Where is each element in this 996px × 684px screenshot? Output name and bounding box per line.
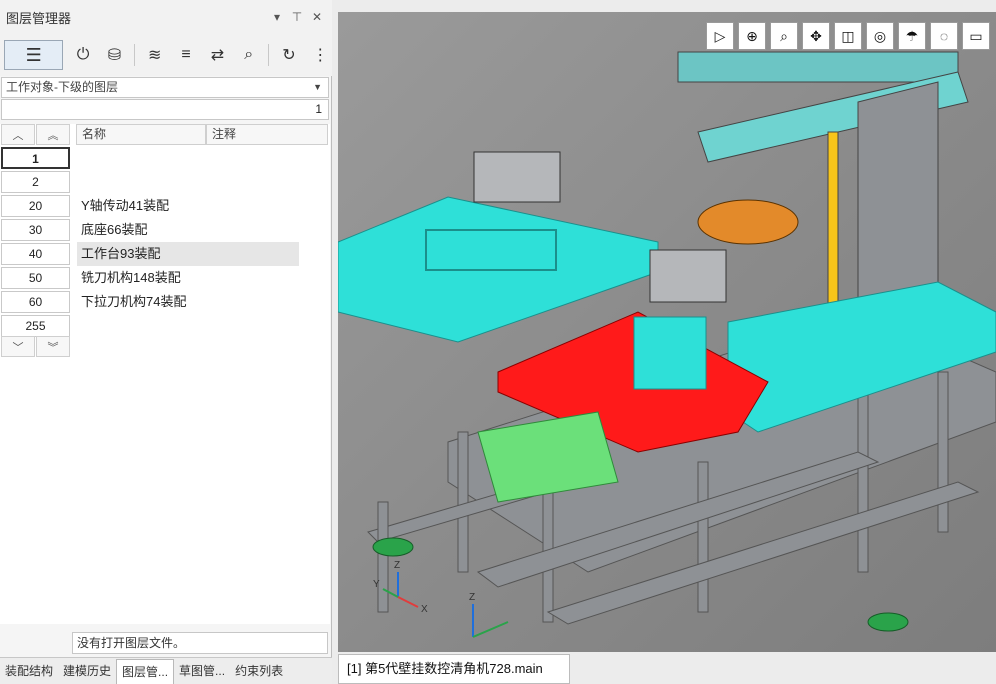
chevron-down-icon: ▼ xyxy=(313,82,322,92)
layer-name[interactable]: Y轴传动41装配 xyxy=(77,194,299,218)
layer-list: ︿ ︽ 名称 注释 1 2 20 Y轴传动41装配 30 底座66装配 40 工… xyxy=(0,124,330,624)
layer-name[interactable] xyxy=(77,146,299,170)
layer-list-icon[interactable]: ☰ xyxy=(4,40,64,70)
layer-number[interactable]: 255 xyxy=(1,315,70,337)
zoom-fit-icon[interactable]: ⊕ xyxy=(738,22,766,50)
worktable-window xyxy=(633,316,707,390)
panel-tabs: 装配结构 建模历史 图层管... 草图管... 约束列表 xyxy=(0,657,332,684)
column-header-name[interactable]: 名称 xyxy=(76,124,206,145)
layer-name[interactable]: 工作台93装配 xyxy=(77,242,299,266)
foot-right xyxy=(867,612,909,632)
sync-icon[interactable]: ⇄ xyxy=(206,42,229,68)
layer-number[interactable]: 20 xyxy=(1,195,70,217)
svg-text:Z: Z xyxy=(469,592,475,603)
layer-number[interactable]: 60 xyxy=(1,291,70,313)
machine-model: Z X Y Z xyxy=(338,51,996,638)
layer-number-field[interactable]: 1 xyxy=(1,99,329,120)
layer-manager-panel: 图层管理器 ▾ ⊤ ✕ ☰ ⏻ ⛁ ≋ ≡ ⇄ ⌕ ↻ ⋮ 工作对象-下级的图层… xyxy=(0,0,332,684)
tab-sketch-manager[interactable]: 草图管... xyxy=(174,659,230,684)
search-icon[interactable]: ⌕ xyxy=(237,42,260,68)
table-row[interactable]: 50 铣刀机构148装配 xyxy=(0,266,330,290)
column-header-note[interactable]: 注释 xyxy=(206,124,328,145)
table-row[interactable]: 30 底座66装配 xyxy=(0,218,330,242)
tab-assembly[interactable]: 装配结构 xyxy=(0,659,58,684)
status-message: 没有打开图层文件。 xyxy=(72,632,328,654)
toolbar-separator xyxy=(134,44,136,66)
svg-text:X: X xyxy=(421,604,428,615)
bulb-icon[interactable]: ◌ xyxy=(930,22,958,50)
table-row[interactable]: 20 Y轴传动41装配 xyxy=(0,194,330,218)
light-icon[interactable]: ☂ xyxy=(898,22,926,50)
pin-icon[interactable]: ⊤ xyxy=(290,10,304,24)
layer-toolbar: ☰ ⏻ ⛁ ≋ ≡ ⇄ ⌕ ↻ ⋮ xyxy=(0,34,332,76)
panel-titlebar: 图层管理器 ▾ ⊤ ✕ xyxy=(0,0,332,34)
layers-icon[interactable]: ≋ xyxy=(143,42,166,68)
toolbar-separator xyxy=(268,44,270,66)
layer-number[interactable]: 40 xyxy=(1,243,70,265)
scroll-up-icon[interactable]: ︿ xyxy=(1,124,35,145)
layer-name[interactable] xyxy=(77,314,299,338)
layer-name[interactable] xyxy=(77,170,299,194)
view-cube-icon[interactable]: ◫ xyxy=(834,22,862,50)
scroll-bottom-icon[interactable]: ︾ xyxy=(36,336,70,357)
svg-text:Z: Z xyxy=(394,560,400,571)
layer-number[interactable]: 1 xyxy=(1,147,70,169)
scroll-down-icon[interactable]: ﹀ xyxy=(1,336,35,357)
database-icon[interactable]: ⛁ xyxy=(103,42,126,68)
foot-left xyxy=(372,537,414,557)
panel-menu-icon[interactable]: ▾ xyxy=(270,10,284,24)
layer-number[interactable]: 2 xyxy=(1,171,70,193)
power-icon[interactable]: ⏻ xyxy=(71,42,94,68)
table-row[interactable]: 60 下拉刀机构74装配 xyxy=(0,290,330,314)
svg-text:Y: Y xyxy=(373,579,380,590)
tab-layer-manager[interactable]: 图层管... xyxy=(116,658,175,684)
tab-history[interactable]: 建模历史 xyxy=(58,659,116,684)
table-row[interactable]: 1 xyxy=(0,146,330,170)
table-row[interactable]: 2 xyxy=(0,170,330,194)
list-icon[interactable]: ≡ xyxy=(174,42,197,68)
dropdown-value: 工作对象-下级的图层 xyxy=(6,80,118,94)
table-row[interactable]: 255 xyxy=(0,314,330,338)
tab-constraints[interactable]: 约束列表 xyxy=(230,659,288,684)
layer-number[interactable]: 30 xyxy=(1,219,70,241)
panel-title: 图层管理器 xyxy=(6,10,72,26)
layer-name[interactable]: 铣刀机构148装配 xyxy=(77,266,299,290)
carriage-left xyxy=(473,151,561,203)
zoom-icon[interactable]: ⌕ xyxy=(770,22,798,50)
play-icon[interactable]: ▷ xyxy=(706,22,734,50)
pan-icon[interactable]: ✥ xyxy=(802,22,830,50)
refresh-icon[interactable]: ↻ xyxy=(277,42,300,68)
app-window: 图层管理器 ▾ ⊤ ✕ ☰ ⏻ ⛁ ≋ ≡ ⇄ ⌕ ↻ ⋮ 工作对象-下级的图层… xyxy=(0,0,996,684)
more-icon[interactable]: ⋮ xyxy=(309,42,332,68)
work-object-dropdown[interactable]: 工作对象-下级的图层 ▼ xyxy=(1,77,329,98)
spindle-disk xyxy=(697,199,799,245)
view-toolbar: ▷ ⊕ ⌕ ✥ ◫ ◎ ☂ ◌ ▭ xyxy=(706,22,990,50)
document-tab[interactable]: [1] 第5代壁挂数控清角机728.main xyxy=(338,654,570,684)
layer-number[interactable]: 50 xyxy=(1,267,70,289)
layer-name[interactable]: 底座66装配 xyxy=(77,218,299,242)
table-row[interactable]: 40 工作台93装配 xyxy=(0,242,330,266)
display-icon[interactable]: ▭ xyxy=(962,22,990,50)
layer-name[interactable]: 下拉刀机构74装配 xyxy=(77,290,299,314)
carriage-right xyxy=(649,249,727,303)
3d-viewport[interactable]: Z X Y Z ▷ ⊕ ⌕ ✥ ◫ ◎ ☂ ◌ ▭ xyxy=(338,12,996,652)
close-icon[interactable]: ✕ xyxy=(310,10,324,24)
render-mode-icon[interactable]: ◎ xyxy=(866,22,894,50)
scroll-top-icon[interactable]: ︽ xyxy=(36,124,70,145)
